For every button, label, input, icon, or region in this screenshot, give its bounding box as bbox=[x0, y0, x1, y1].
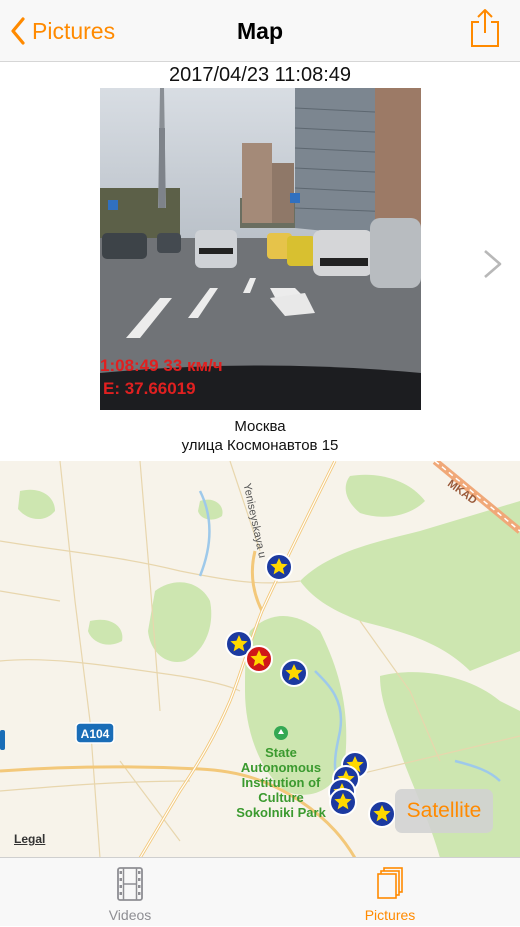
address-city: Москва bbox=[234, 418, 286, 435]
dashcam-photo[interactable]: 1:08:49 33 км/ч E: 37.66019 bbox=[100, 88, 421, 410]
tab-videos[interactable]: Videos bbox=[40, 858, 220, 927]
photo-marker bbox=[265, 553, 293, 581]
legal-link[interactable]: Legal bbox=[14, 832, 45, 846]
navigation-bar: Pictures Map bbox=[0, 0, 520, 62]
park-label-line-3: Institution of bbox=[242, 775, 321, 790]
photo-marker bbox=[280, 659, 308, 687]
share-button[interactable] bbox=[468, 8, 502, 48]
satellite-button[interactable]: Satellite bbox=[395, 789, 493, 833]
film-strip-icon bbox=[117, 867, 143, 901]
tab-pictures[interactable]: Pictures bbox=[300, 858, 480, 927]
tab-pictures-label: Pictures bbox=[364, 907, 416, 923]
route-shield-a104: A104 bbox=[75, 722, 115, 744]
park-label-line-1: State bbox=[265, 745, 297, 760]
photo-marker bbox=[329, 788, 357, 816]
photo-stack-icon bbox=[377, 867, 403, 899]
page-title: Map bbox=[237, 18, 283, 44]
next-photo-button[interactable] bbox=[480, 246, 506, 282]
park-label-line-4: Culture bbox=[258, 790, 304, 805]
route-label: A104 bbox=[81, 727, 110, 741]
address-street: улица Космонавтов 15 bbox=[181, 437, 339, 454]
park-pin-icon bbox=[274, 726, 288, 740]
photo-marker bbox=[368, 800, 396, 828]
photo-timestamp: 2017/04/23 11:08:49 bbox=[168, 64, 352, 86]
tab-videos-label: Videos bbox=[108, 907, 152, 923]
photo-marker-selected bbox=[245, 645, 273, 673]
park-label-line-5: Sokolniki Park bbox=[236, 805, 326, 820]
photo-overlay-coordinate: E: 37.66019 bbox=[103, 379, 196, 398]
tab-bar: Videos Pictures bbox=[0, 857, 520, 926]
park-label-line-2: Autonomous bbox=[241, 760, 321, 775]
photo-overlay-speed: 1:08:49 33 км/ч bbox=[100, 356, 223, 375]
share-icon bbox=[471, 9, 499, 47]
chevron-right-icon bbox=[484, 250, 502, 278]
